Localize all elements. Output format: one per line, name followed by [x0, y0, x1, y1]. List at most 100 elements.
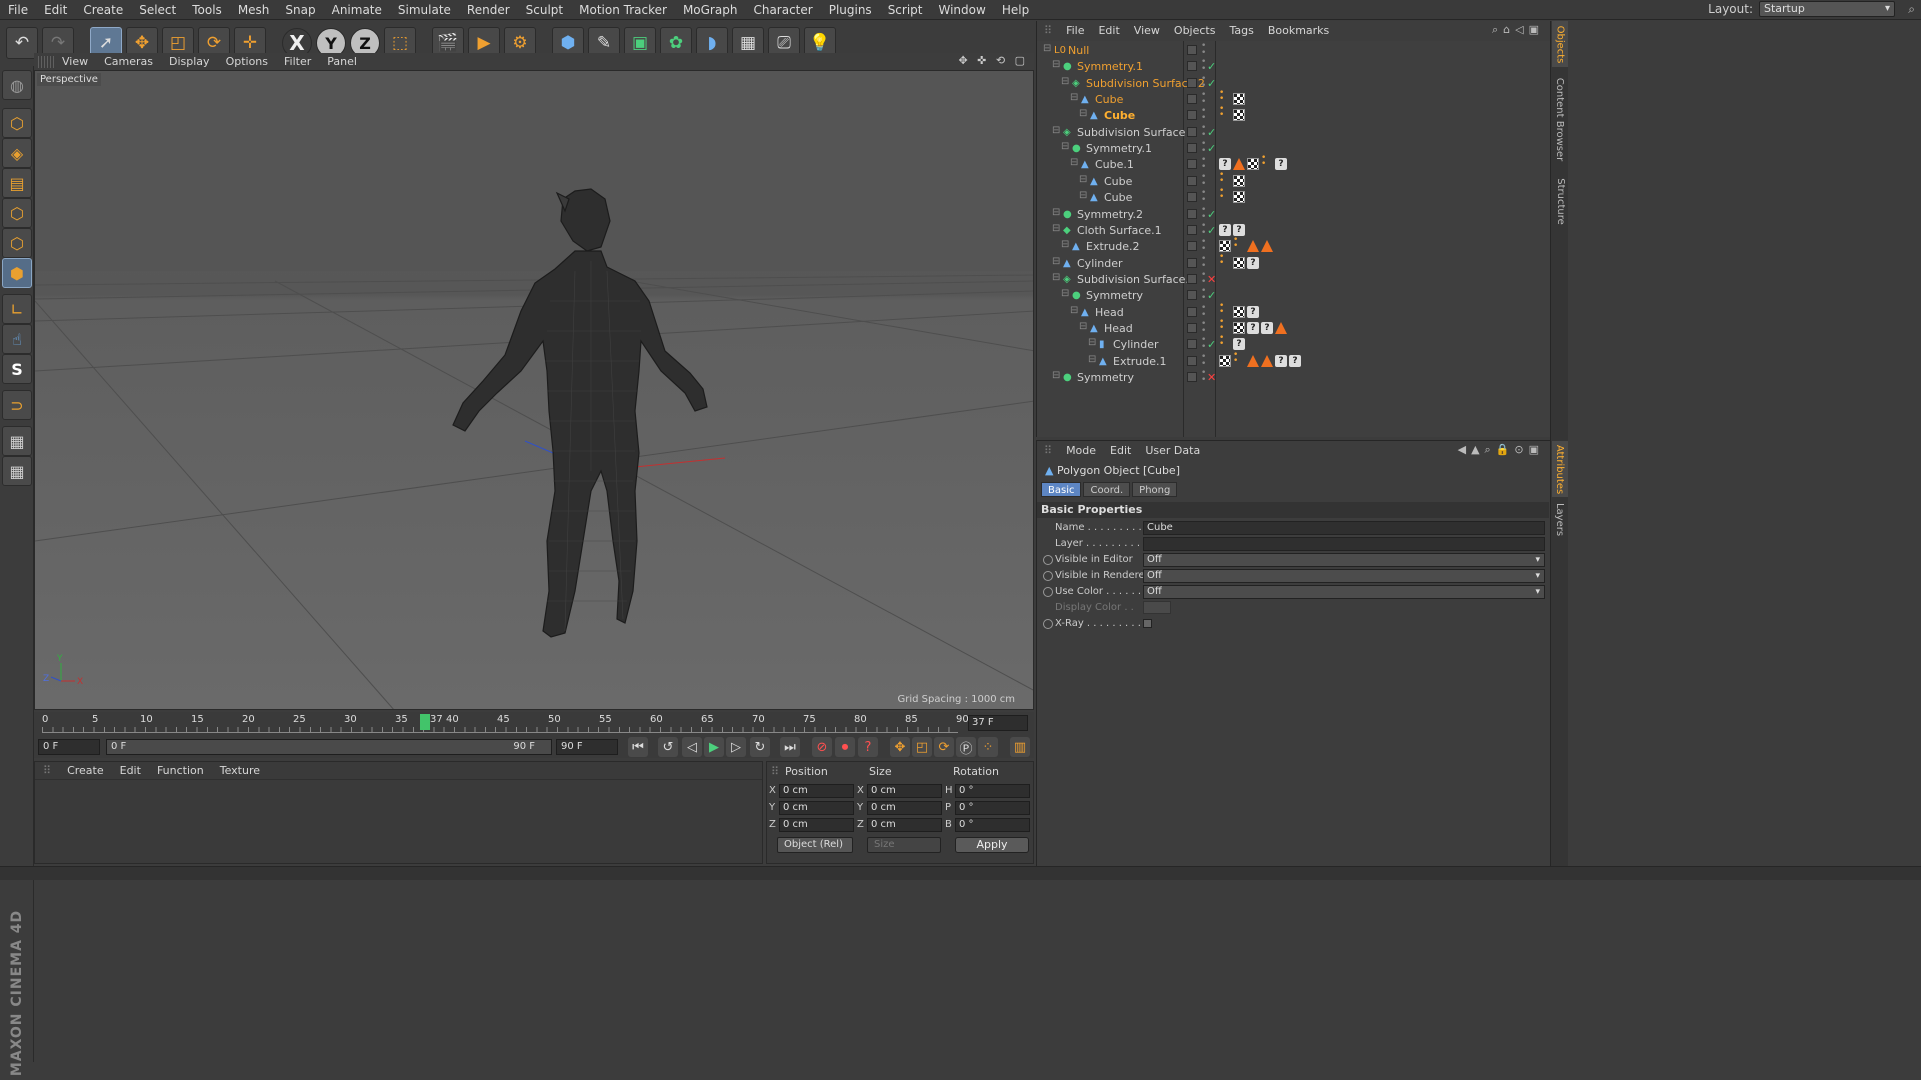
- object-row[interactable]: ⊟ ● Symmetry.1 • • ✓: [1037, 58, 1549, 75]
- layer-swatch[interactable]: [1187, 45, 1197, 55]
- position-z-field[interactable]: 0 cm: [779, 818, 854, 832]
- tab-phong[interactable]: Phong: [1132, 482, 1178, 497]
- unknown-tag-icon[interactable]: ?: [1289, 354, 1301, 367]
- property-dropdown[interactable]: Off: [1143, 585, 1545, 599]
- panel-grip-icon[interactable]: ⠿: [771, 765, 779, 778]
- current-frame-field[interactable]: 37 F: [968, 715, 1028, 731]
- display-color-swatch[interactable]: [1143, 601, 1171, 614]
- animate-radio-icon[interactable]: [1043, 587, 1053, 597]
- disabled-cross-icon[interactable]: ✕: [1207, 273, 1216, 286]
- object-row[interactable]: ⊟ ● Symmetry.2 • • ✓: [1037, 205, 1549, 223]
- unknown-tag-icon[interactable]: ?: [1247, 321, 1259, 334]
- polygon-selection-tag-icon[interactable]: [1261, 354, 1273, 367]
- object-name[interactable]: Cube: [1104, 109, 1135, 122]
- material-menu-function[interactable]: Function: [149, 764, 212, 777]
- polygons-mode-icon[interactable]: ⬢: [2, 258, 32, 288]
- polygon-selection-tag-icon[interactable]: [1247, 354, 1259, 367]
- viewport-menu-cameras[interactable]: Cameras: [96, 55, 161, 68]
- tab-coord[interactable]: Coord.: [1083, 482, 1131, 497]
- object-row[interactable]: ⊟▮ Cylinder • •✓?: [1037, 335, 1549, 353]
- tree-toggle-icon[interactable]: ⊟: [1052, 256, 1060, 267]
- om-menu-objects[interactable]: Objects: [1167, 24, 1223, 37]
- enabled-check-icon[interactable]: ✓: [1207, 338, 1216, 351]
- material-menu-create[interactable]: Create: [59, 764, 112, 777]
- rotation-b-field[interactable]: 0 °: [955, 818, 1030, 832]
- texture-tag-icon[interactable]: [1247, 158, 1259, 171]
- material-menu-edit[interactable]: Edit: [112, 764, 149, 777]
- loop-icon[interactable]: ↻: [750, 737, 770, 757]
- property-dropdown[interactable]: Off: [1143, 553, 1545, 567]
- visibility-dots[interactable]: • •: [1201, 205, 1206, 221]
- texture-tag-icon[interactable]: [1233, 305, 1245, 318]
- unknown-tag-icon[interactable]: ?: [1233, 338, 1245, 351]
- menu-sculpt[interactable]: Sculpt: [518, 3, 571, 17]
- visibility-dots[interactable]: • •: [1201, 336, 1206, 352]
- visibility-dots[interactable]: • •: [1201, 58, 1206, 74]
- tree-toggle-icon[interactable]: ⊟: [1061, 288, 1069, 299]
- play-icon[interactable]: ▶: [704, 737, 724, 757]
- visibility-dots[interactable]: • •: [1201, 352, 1206, 368]
- tree-toggle-icon[interactable]: ⊟: [1052, 272, 1060, 283]
- xray-checkbox[interactable]: [1143, 619, 1152, 628]
- object-name[interactable]: Symmetry.1: [1077, 60, 1143, 73]
- object-row[interactable]: ⊟ ● Symmetry • • ✓: [1037, 287, 1549, 304]
- property-field[interactable]: [1143, 537, 1545, 551]
- texture-tag-icon[interactable]: [1233, 109, 1245, 122]
- coordinate-mode-dropdown[interactable]: Object (Rel): [777, 837, 853, 853]
- tree-toggle-icon[interactable]: ⊟: [1052, 125, 1060, 136]
- enabled-check-icon[interactable]: ✓: [1207, 142, 1216, 155]
- tree-toggle-icon[interactable]: ⊟: [1061, 239, 1069, 250]
- visibility-dots[interactable]: • •: [1201, 319, 1206, 335]
- om-menu-bookmarks[interactable]: Bookmarks: [1261, 24, 1336, 37]
- edges-mode-icon[interactable]: ⬡: [2, 228, 32, 258]
- timeline-icon[interactable]: ▥: [1010, 737, 1030, 757]
- object-name[interactable]: Symmetry.1: [1086, 142, 1152, 155]
- menu-create[interactable]: Create: [75, 3, 131, 17]
- tab-basic[interactable]: Basic: [1041, 482, 1082, 497]
- size-mode-dropdown[interactable]: Size: [867, 837, 941, 853]
- tree-toggle-icon[interactable]: ⊟: [1052, 370, 1060, 381]
- tree-toggle-icon[interactable]: ⊟: [1052, 207, 1060, 218]
- visibility-dots[interactable]: • •: [1201, 91, 1206, 107]
- layer-swatch[interactable]: [1187, 241, 1197, 252]
- animate-radio-icon[interactable]: [1043, 555, 1053, 565]
- object-name[interactable]: Cylinder: [1113, 338, 1159, 351]
- unknown-tag-icon[interactable]: ?: [1275, 354, 1287, 367]
- selection-tag-icon[interactable]: [1219, 106, 1231, 121]
- object-name[interactable]: Symmetry: [1077, 371, 1134, 384]
- unknown-tag-icon[interactable]: ?: [1247, 256, 1259, 269]
- texture-tag-icon[interactable]: [1219, 240, 1231, 253]
- enabled-check-icon[interactable]: ✓: [1207, 77, 1216, 90]
- workplane-lock-icon[interactable]: ▦: [2, 426, 32, 456]
- position-y-field[interactable]: 0 cm: [779, 801, 854, 815]
- animate-radio-icon[interactable]: [1043, 619, 1053, 629]
- object-row[interactable]: ⊟▲ Extrude.1 • •??: [1037, 352, 1549, 370]
- layer-swatch[interactable]: [1187, 175, 1197, 186]
- enabled-check-icon[interactable]: ✓: [1207, 289, 1216, 302]
- viewport-menu-view[interactable]: View: [54, 55, 96, 68]
- tree-toggle-icon[interactable]: ⊟: [1070, 157, 1078, 168]
- tree-toggle-icon[interactable]: ⊟: [1070, 92, 1078, 103]
- visibility-dots[interactable]: • •: [1201, 123, 1206, 139]
- menu-help[interactable]: Help: [994, 3, 1037, 17]
- locked-workplane-icon[interactable]: ▦: [2, 456, 32, 486]
- object-name[interactable]: Cloth Surface.1: [1077, 224, 1162, 237]
- visibility-dots[interactable]: • •: [1201, 140, 1206, 156]
- layer-swatch[interactable]: [1187, 290, 1197, 301]
- apply-button[interactable]: Apply: [955, 837, 1029, 853]
- layer-swatch[interactable]: [1187, 322, 1197, 333]
- max-time-field[interactable]: 90 F: [556, 739, 618, 755]
- object-name[interactable]: Head: [1104, 322, 1133, 335]
- animate-radio-icon[interactable]: [1043, 571, 1053, 581]
- solo-icon[interactable]: S: [2, 354, 32, 384]
- tree-toggle-icon[interactable]: ⊟: [1052, 59, 1060, 70]
- menu-mesh[interactable]: Mesh: [230, 3, 278, 17]
- object-row[interactable]: ⊟▲ Head • •?: [1037, 303, 1549, 321]
- layer-swatch[interactable]: [1187, 61, 1197, 72]
- selection-tag-icon[interactable]: [1261, 155, 1273, 170]
- menu-render[interactable]: Render: [459, 3, 518, 17]
- rotation-p-field[interactable]: 0 °: [955, 801, 1030, 815]
- tab-structure[interactable]: Structure: [1552, 171, 1568, 231]
- visibility-dots[interactable]: • •: [1201, 238, 1206, 254]
- material-menu-texture[interactable]: Texture: [212, 764, 268, 777]
